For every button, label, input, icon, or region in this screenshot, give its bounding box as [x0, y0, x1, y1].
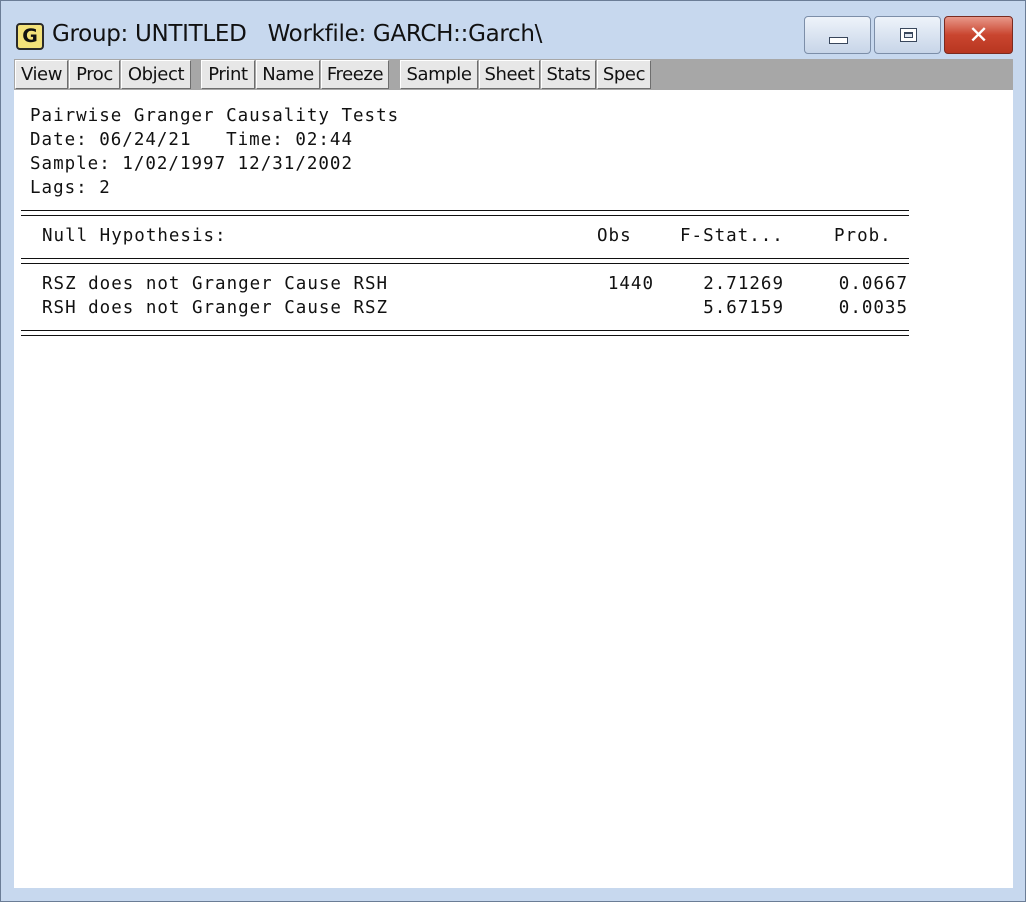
col-header-fstat: F-Stat...	[680, 226, 784, 246]
close-button[interactable]: ✕	[944, 16, 1013, 54]
name-button[interactable]: Name	[256, 60, 320, 89]
table-bottom-rule-2	[21, 335, 909, 336]
sample-button[interactable]: Sample	[400, 60, 478, 89]
group-icon[interactable]: G	[16, 23, 44, 50]
object-toolbar: View Proc Object Print Name Freeze Sampl…	[14, 59, 1013, 90]
report-sample: Sample: 1/02/1997 12/31/2002	[30, 154, 354, 174]
maximize-icon	[900, 28, 917, 42]
header-rule-2	[21, 263, 909, 264]
row-prob: 0.0035	[838, 298, 908, 318]
minimize-icon	[829, 37, 848, 44]
row-fstat: 5.67159	[703, 298, 784, 318]
proc-button[interactable]: Proc	[69, 60, 120, 89]
object-button[interactable]: Object	[121, 60, 191, 89]
spec-button[interactable]: Spec	[597, 60, 651, 89]
eviews-group-window: G Group: UNTITLED Workfile: GARCH::Garch…	[0, 0, 1026, 902]
col-header-prob: Prob.	[834, 226, 892, 246]
sheet-button[interactable]: Sheet	[479, 60, 540, 89]
row-prob: 0.0667	[838, 274, 908, 294]
window-title: Group: UNTITLED Workfile: GARCH::Garch\	[52, 21, 543, 47]
table-top-rule	[21, 210, 909, 211]
row-obs: 1440	[607, 274, 654, 294]
close-icon: ✕	[968, 21, 989, 49]
row-hypothesis: RSZ does not Granger Cause RSH	[42, 274, 389, 294]
view-button[interactable]: View	[15, 60, 68, 89]
report-lags: Lags: 2	[30, 178, 111, 198]
header-rule	[21, 258, 909, 259]
maximize-button[interactable]	[874, 16, 941, 54]
col-header-hypothesis: Null Hypothesis:	[42, 226, 227, 246]
freeze-button[interactable]: Freeze	[321, 60, 389, 89]
report-date: Date: 06/24/21 Time: 02:44	[30, 130, 354, 150]
table-bottom-rule	[21, 330, 909, 331]
output-view[interactable]: Pairwise Granger Causality Tests Date: 0…	[14, 90, 1013, 888]
table-top-rule-2	[21, 215, 909, 216]
report-title: Pairwise Granger Causality Tests	[30, 106, 400, 126]
title-bar[interactable]: G Group: UNTITLED Workfile: GARCH::Garch…	[1, 1, 1025, 59]
minimize-button[interactable]	[804, 16, 871, 54]
col-header-obs: Obs	[597, 226, 632, 246]
row-hypothesis: RSH does not Granger Cause RSZ	[42, 298, 389, 318]
stats-button[interactable]: Stats	[541, 60, 596, 89]
row-fstat: 2.71269	[703, 274, 784, 294]
print-button[interactable]: Print	[201, 60, 255, 89]
